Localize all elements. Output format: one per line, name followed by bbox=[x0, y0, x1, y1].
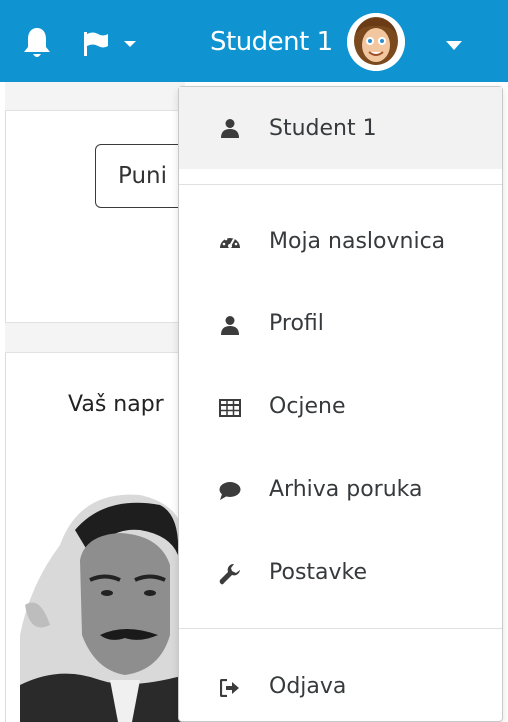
dropdown-item-label: Ocjene bbox=[269, 394, 346, 419]
comment-icon bbox=[219, 480, 241, 502]
avatar bbox=[346, 13, 405, 71]
user-icon bbox=[219, 314, 241, 336]
user-icon bbox=[219, 117, 241, 139]
divider bbox=[5, 322, 185, 323]
dropdown-item-grades[interactable]: Ocjene bbox=[179, 377, 502, 439]
user-menu-toggle[interactable]: Student 1 bbox=[210, 12, 405, 72]
dropdown-item-label: Arhiva poruka bbox=[269, 477, 423, 502]
dropdown-item-label: Student 1 bbox=[269, 116, 377, 141]
top-navbar: Student 1 bbox=[0, 0, 508, 82]
divider bbox=[5, 110, 185, 111]
dropdown-item-profile[interactable]: Profil bbox=[179, 294, 502, 356]
table-icon bbox=[219, 397, 241, 419]
sign-out-icon bbox=[219, 677, 241, 699]
bell-icon[interactable] bbox=[22, 26, 52, 60]
dropdown-item-logout[interactable]: Odjava bbox=[179, 657, 502, 719]
dropdown-item-label: Moja naslovnica bbox=[269, 229, 446, 254]
flag-icon bbox=[84, 32, 108, 56]
language-menu[interactable] bbox=[84, 30, 144, 58]
divider bbox=[179, 628, 502, 629]
dropdown-item-settings[interactable]: Postavke bbox=[179, 543, 502, 605]
dropdown-item-label: Odjava bbox=[269, 674, 347, 699]
user-name: Student 1 bbox=[210, 27, 333, 57]
dashboard-icon bbox=[219, 232, 241, 254]
page-border bbox=[5, 82, 6, 722]
dropdown-item-label: Postavke bbox=[269, 560, 368, 585]
page-header-band bbox=[5, 82, 185, 110]
portrait-image bbox=[20, 485, 185, 722]
wrench-icon bbox=[219, 563, 241, 585]
user-dropdown-menu: Student 1 Moja naslovnica Profil Ocjene … bbox=[178, 86, 503, 722]
divider bbox=[5, 352, 185, 353]
dropdown-item-dashboard[interactable]: Moja naslovnica bbox=[179, 212, 502, 274]
caret-down-icon bbox=[124, 41, 136, 47]
intro-text: Vaš napr bbox=[68, 392, 164, 417]
dropdown-item-messages[interactable]: Arhiva poruka bbox=[179, 460, 502, 522]
divider bbox=[179, 184, 502, 185]
dropdown-item-label: Profil bbox=[269, 311, 324, 336]
caret-down-icon[interactable] bbox=[446, 38, 462, 50]
dropdown-item-student[interactable]: Student 1 bbox=[179, 87, 502, 169]
section-band bbox=[5, 322, 185, 352]
